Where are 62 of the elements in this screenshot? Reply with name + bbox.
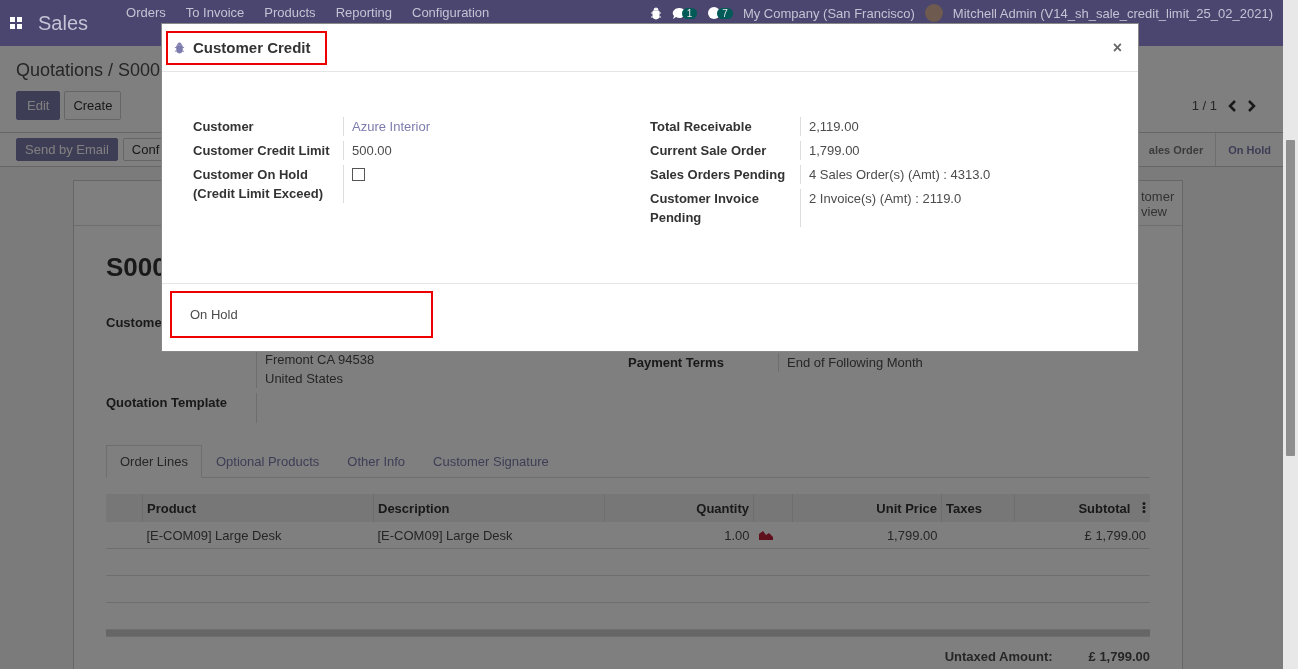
field-label: Custome: [106, 314, 162, 332]
previous-icon[interactable]: [1227, 99, 1237, 112]
address-line: Fremont CA 94538: [265, 351, 376, 369]
forecast-chart-icon[interactable]: [757, 529, 774, 540]
column-header[interactable]: Description: [373, 494, 605, 522]
pager-value[interactable]: 1 / 1: [1191, 98, 1217, 113]
table-cell: [E-COM09] Large Desk: [142, 522, 374, 549]
menu-item[interactable]: Reporting: [335, 5, 392, 20]
dialog-title: Customer Credit: [193, 39, 311, 56]
close-button[interactable]: ×: [1112, 38, 1122, 57]
field-value: 1,799.00: [809, 143, 860, 158]
more-options-icon[interactable]: [1142, 501, 1146, 513]
total-label: Untaxed Amount:: [944, 649, 1053, 664]
notification-badge: 1: [681, 7, 698, 19]
menu-item[interactable]: Orders: [126, 5, 166, 20]
field-label: Customer Credit Limit: [193, 142, 330, 160]
field-value: 2 Invoice(s) (Amt) : 2119.0: [809, 191, 962, 206]
field-label: Customer Invoice Pending: [650, 190, 761, 227]
field-label: Sales Orders Pending: [650, 166, 786, 184]
total-value: £ 1,799.00: [1088, 649, 1150, 664]
next-icon[interactable]: [1247, 99, 1257, 112]
table-cell: £ 1,799.00: [1014, 522, 1150, 549]
table-cell: 1.00: [604, 522, 754, 549]
edit-button[interactable]: Edit: [16, 91, 61, 120]
field-value: End of Following Month: [787, 355, 923, 370]
column-header[interactable]: Taxes: [941, 494, 1015, 522]
field-label: Payment Terms: [628, 354, 724, 372]
field-value: 500.00: [352, 143, 392, 158]
address-line: United States: [265, 370, 345, 388]
table-cell: [E-COM09] Large Desk: [373, 522, 605, 549]
menu-item[interactable]: To Invoice: [185, 5, 245, 20]
field-label: Total Receivable: [650, 118, 752, 136]
column-header[interactable]: Quantity: [604, 494, 754, 522]
menu-item[interactable]: Configuration: [412, 5, 490, 20]
company-switcher[interactable]: My Company (San Francisco): [742, 5, 915, 21]
bug-icon[interactable]: [649, 6, 662, 20]
tab[interactable]: Order Lines: [106, 445, 202, 478]
field-label: Customer On Hold (Credit Limit Exceed): [193, 166, 325, 203]
field-value: 4 Sales Order(s) (Amt) : 4313.0: [809, 167, 991, 182]
create-button[interactable]: Create: [64, 91, 122, 120]
notification-badge: 7: [717, 7, 733, 19]
menu-item[interactable]: Products: [264, 5, 316, 20]
customer-link[interactable]: Azure Interior: [352, 119, 431, 134]
tab[interactable]: Other Info: [333, 445, 420, 478]
checkbox[interactable]: [352, 168, 365, 181]
table-cell: 1,799.00: [792, 522, 942, 549]
column-header[interactable]: Product: [142, 494, 374, 522]
tab[interactable]: Customer Signature: [419, 445, 563, 478]
field-label: Current Sale Order: [650, 142, 767, 160]
field-value: 2,119.00: [809, 119, 859, 134]
scrollbar[interactable]: [1283, 0, 1298, 669]
field-label: Customer: [193, 118, 254, 136]
on-hold-button[interactable]: On Hold: [170, 291, 433, 338]
action-button[interactable]: Send by Email: [16, 138, 118, 161]
user-menu[interactable]: Mitchell Admin (V14_sh_sale_credit_limit_25_02_2021): [952, 5, 1273, 21]
apps-menu-icon[interactable]: [10, 17, 22, 29]
app-title: Sales: [38, 11, 89, 35]
avatar: [924, 4, 943, 22]
tab[interactable]: Optional Products: [201, 445, 334, 478]
field-label: Quotation Template: [106, 394, 228, 412]
bug-icon: [174, 41, 185, 54]
column-header[interactable]: Unit Price: [792, 494, 942, 522]
